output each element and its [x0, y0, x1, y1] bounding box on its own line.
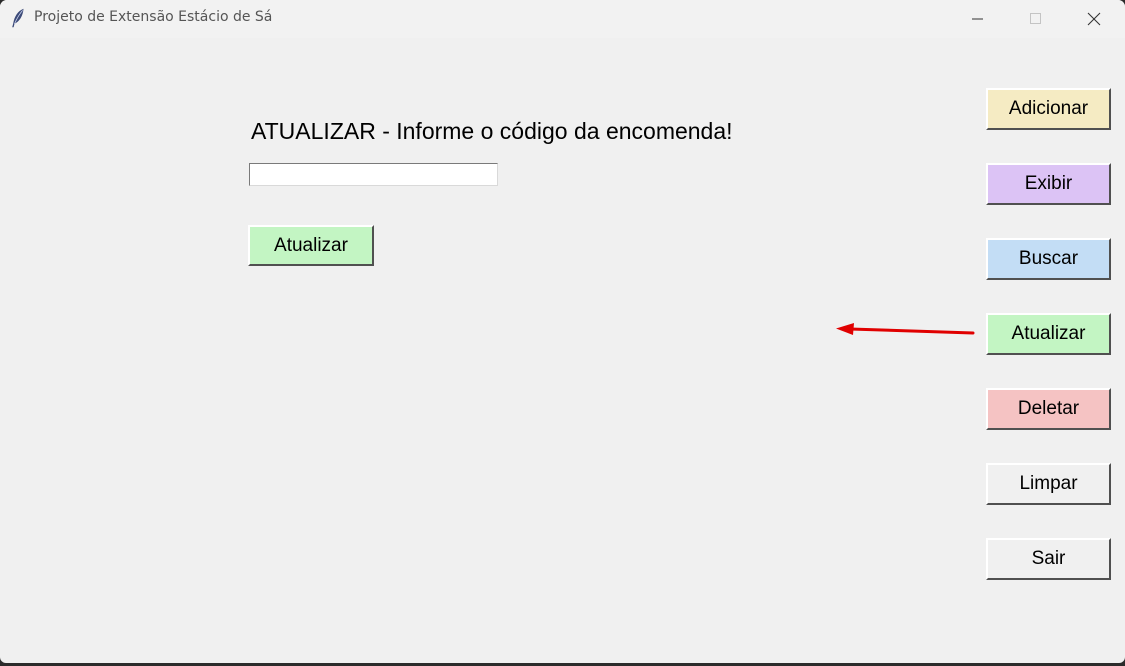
menu-button-limpar[interactable]: Limpar — [986, 463, 1111, 505]
order-code-input[interactable] — [249, 163, 498, 186]
menu-button-exibir[interactable]: Exibir — [986, 163, 1111, 205]
feather-icon — [11, 8, 25, 28]
menu-button-adicionar[interactable]: Adicionar — [986, 88, 1111, 130]
red-arrow-annotation — [836, 323, 975, 335]
main-content: ATUALIZAR - Informe o código da encomend… — [0, 38, 1125, 663]
close-button[interactable] — [1064, 0, 1122, 38]
update-prompt-label: ATUALIZAR - Informe o código da encomend… — [251, 118, 733, 144]
minimize-icon — [972, 18, 983, 20]
menu-button-buscar[interactable]: Buscar — [986, 238, 1111, 280]
menu-button-deletar[interactable]: Deletar — [986, 388, 1111, 430]
menu-button-sair[interactable]: Sair — [986, 538, 1111, 580]
title-bar[interactable]: Projeto de Extensão Estácio de Sá — [0, 0, 1125, 38]
app-window: Projeto de Extensão Estácio de Sá ATUALI… — [0, 0, 1125, 663]
window-title: Projeto de Extensão Estácio de Sá — [34, 9, 273, 25]
minimize-button[interactable] — [948, 0, 1006, 38]
close-icon — [1087, 12, 1101, 26]
maximize-button[interactable] — [1006, 0, 1064, 38]
update-submit-button[interactable]: Atualizar — [248, 225, 374, 266]
maximize-icon — [1030, 13, 1041, 24]
menu-button-atualizar[interactable]: Atualizar — [986, 313, 1111, 355]
